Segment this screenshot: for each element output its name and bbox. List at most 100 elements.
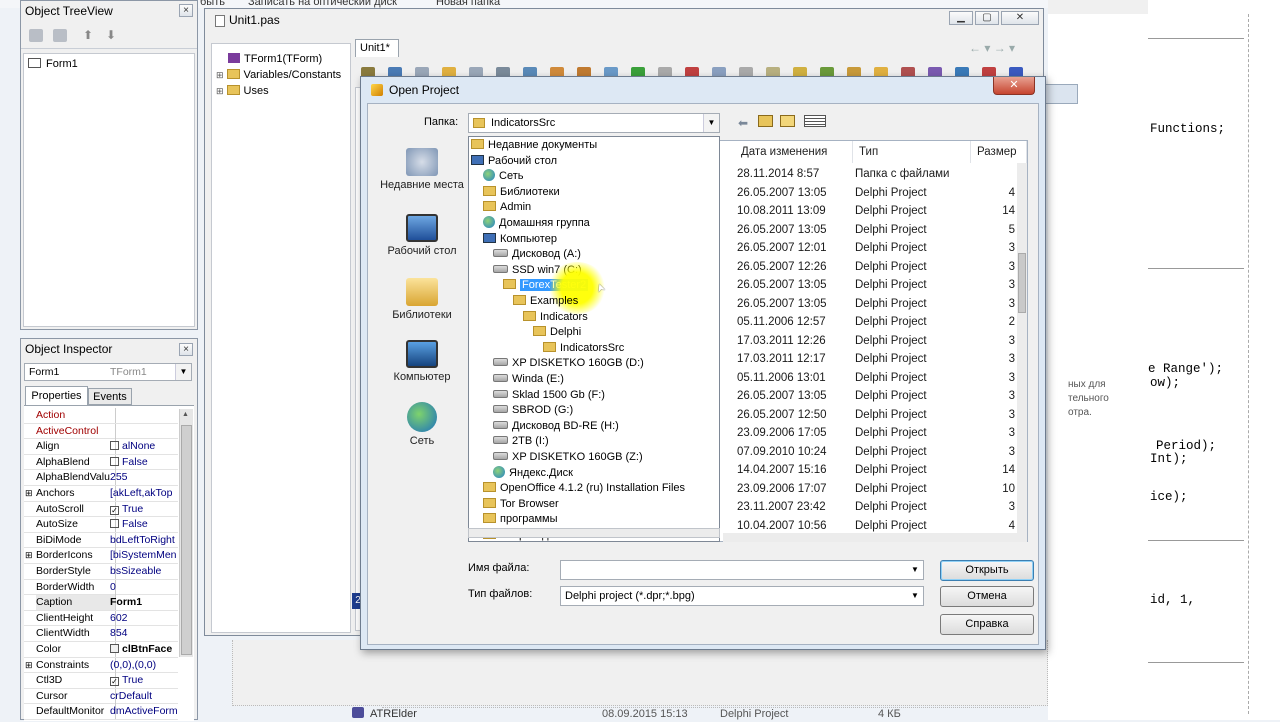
file-row[interactable]: 07.09.2010 10:24 Delphi Project 3	[735, 443, 1027, 462]
explorer-item-uses[interactable]: ⊞ Uses	[216, 84, 269, 99]
property-value[interactable]: clBtnFace	[110, 642, 178, 657]
checkbox-icon[interactable]: ✓	[110, 505, 119, 515]
dropdown-item[interactable]: Библиотеки	[483, 185, 560, 200]
property-row[interactable]: BorderWidth 0	[24, 579, 178, 596]
property-row[interactable]: Caption Form1	[24, 595, 178, 611]
file-row[interactable]: 17.03.2011 12:26 Delphi Project 3	[735, 332, 1027, 351]
property-row[interactable]: Ctl3D ✓ True	[24, 673, 178, 689]
property-row[interactable]: Action	[24, 408, 178, 424]
filename-input[interactable]: ▼	[560, 560, 924, 580]
property-row[interactable]: Color clBtnFace	[24, 642, 178, 658]
dropdown-item[interactable]: Examples	[513, 294, 578, 309]
tree-item-form1[interactable]: Form1	[28, 57, 78, 72]
file-row[interactable]: 05.11.2006 13:01 Delphi Project 3	[735, 369, 1027, 388]
up-folder-icon[interactable]	[758, 115, 773, 127]
place-network[interactable]: Сеть	[366, 402, 478, 447]
dropdown-item[interactable]: Sklad 1500 Gb (F:)	[493, 388, 605, 403]
list-vscroll[interactable]	[1017, 163, 1027, 533]
property-row[interactable]: ActiveControl	[24, 423, 178, 440]
expand-icon[interactable]: ⊞	[25, 548, 33, 563]
treeview-close-button[interactable]: ×	[179, 4, 193, 17]
file-row[interactable]: 17.03.2011 12:17 Delphi Project 3	[735, 350, 1027, 369]
file-row[interactable]: 26.05.2007 12:01 Delphi Project 3	[735, 239, 1027, 258]
dropdown-item[interactable]: Недавние документы	[471, 138, 597, 153]
file-row[interactable]: 23.11.2007 23:42 Delphi Project 3	[735, 498, 1027, 517]
dropdown-scroll[interactable]	[468, 528, 720, 538]
place-libraries[interactable]: Библиотеки	[366, 278, 478, 321]
property-value[interactable]: False	[110, 455, 178, 470]
property-row[interactable]: AlphaBlendValu 255	[24, 470, 178, 486]
dropdown-item[interactable]: Indicators	[523, 310, 588, 325]
dropdown-item[interactable]: Tor Browser	[483, 497, 559, 512]
dropdown-item[interactable]: Delphi	[533, 325, 581, 340]
property-row[interactable]: DefaultMonitor dmActiveForm	[24, 704, 178, 720]
component-selector[interactable]: Form1 TForm1 ▼	[24, 363, 192, 381]
place-recent[interactable]: Недавние места	[366, 148, 478, 191]
filetype-select[interactable]: Delphi project (*.dpr;*.bpg) ▼	[560, 586, 924, 606]
dropdown-item[interactable]: Компьютер	[483, 232, 557, 247]
property-value[interactable]: 602	[110, 611, 178, 626]
file-row[interactable]: 26.05.2007 13:05 Delphi Project 3	[735, 387, 1027, 406]
property-value[interactable]: bsSizeable	[110, 564, 178, 579]
dropdown-item[interactable]: SBROD (G:)	[493, 403, 573, 418]
property-row[interactable]: ClientHeight 602	[24, 610, 178, 627]
editor-minimize-button[interactable]: ▁	[949, 11, 973, 25]
nav-arrows-icon[interactable]: ← ▾ → ▾	[969, 41, 1015, 55]
property-value[interactable]: Form1	[110, 595, 178, 610]
tab-events[interactable]: Events	[88, 388, 132, 405]
dropdown-item[interactable]: Winda (E:)	[493, 372, 564, 387]
place-desktop[interactable]: Рабочий стол	[366, 214, 478, 257]
tab-unit1[interactable]: Unit1*	[355, 39, 399, 57]
dropdown-item[interactable]: Сеть	[483, 169, 523, 184]
dropdown-item[interactable]: Домашняя группа	[483, 216, 590, 231]
property-value[interactable]: bdLeftToRight	[110, 533, 178, 548]
col-type[interactable]: Тип	[853, 141, 971, 163]
property-value[interactable]: 854	[110, 626, 178, 641]
property-value[interactable]: alNone	[110, 439, 178, 454]
file-row[interactable]: 26.05.2007 13:05 Delphi Project 5	[735, 221, 1027, 240]
col-date[interactable]: Дата изменения	[735, 141, 853, 163]
dropdown-item[interactable]: ForexTester2 ➤	[503, 262, 608, 315]
dropdown-item[interactable]: Дисковод BD-RE (H:)	[493, 419, 619, 434]
property-row[interactable]: AlphaBlend False	[24, 454, 178, 471]
dropdown-item[interactable]: Дисковод (A:)	[493, 247, 581, 262]
file-row[interactable]: 26.05.2007 13:05 Delphi Project 4	[735, 184, 1027, 203]
checkbox-icon[interactable]	[110, 456, 119, 466]
property-row[interactable]: ⊞ Constraints (0,0),(0,0)	[24, 657, 178, 674]
move-up-icon[interactable]: ⬆	[83, 28, 93, 42]
new-item-icon[interactable]	[29, 29, 43, 42]
dropdown-item[interactable]: XP DISKETKO 160GB (D:)	[493, 356, 644, 371]
back-icon[interactable]: ⬅	[738, 116, 748, 130]
property-row[interactable]: AutoSize False	[24, 517, 178, 533]
file-row[interactable]: 10.08.2011 13:09 Delphi Project 14	[735, 202, 1027, 221]
delete-item-icon[interactable]	[53, 29, 67, 42]
file-row[interactable]: 05.11.2006 12:57 Delphi Project 2	[735, 313, 1027, 332]
folder-combo[interactable]: IndicatorsSrc ▼	[468, 113, 720, 133]
property-row[interactable]: BiDiMode bdLeftToRight	[24, 532, 178, 549]
new-folder-icon[interactable]	[780, 115, 795, 127]
property-row[interactable]: Cursor crDefault	[24, 688, 178, 705]
help-button[interactable]: Справка	[940, 614, 1034, 635]
editor-close-button[interactable]: ✕	[1001, 11, 1039, 25]
property-row[interactable]: ⊞ BorderIcons [biSystemMen	[24, 548, 178, 564]
open-button[interactable]: Открыть	[940, 560, 1034, 581]
file-row[interactable]: 26.05.2007 13:05 Delphi Project 3	[735, 295, 1027, 314]
explorer-item-variables[interactable]: ⊞ Variables/Constants	[216, 68, 341, 83]
editor-maximize-button[interactable]: ▢	[975, 11, 999, 25]
property-row[interactable]: BorderStyle bsSizeable	[24, 564, 178, 580]
property-value[interactable]: 255	[110, 470, 178, 485]
property-value[interactable]: dmActiveForm	[110, 704, 178, 719]
move-down-icon[interactable]: ⬇	[106, 28, 116, 42]
dropdown-item[interactable]: Admin	[483, 200, 531, 215]
property-row[interactable]: ClientWidth 854	[24, 626, 178, 642]
dropdown-item[interactable]: программы	[483, 512, 557, 527]
dropdown-item[interactable]: Яндекс.Диск	[493, 465, 573, 481]
property-row[interactable]: ⊞ Anchors [akLeft,akTop	[24, 486, 178, 502]
file-row[interactable]: 28.11.2014 8:57 Папка с файлами	[735, 165, 1027, 184]
list-hscroll[interactable]	[723, 533, 1027, 542]
checkbox-icon[interactable]	[110, 519, 119, 529]
inspector-close-button[interactable]: ×	[179, 343, 193, 356]
view-menu-icon[interactable]	[804, 115, 826, 127]
property-value[interactable]: [akLeft,akTop	[110, 486, 178, 501]
property-value[interactable]: crDefault	[110, 689, 178, 704]
